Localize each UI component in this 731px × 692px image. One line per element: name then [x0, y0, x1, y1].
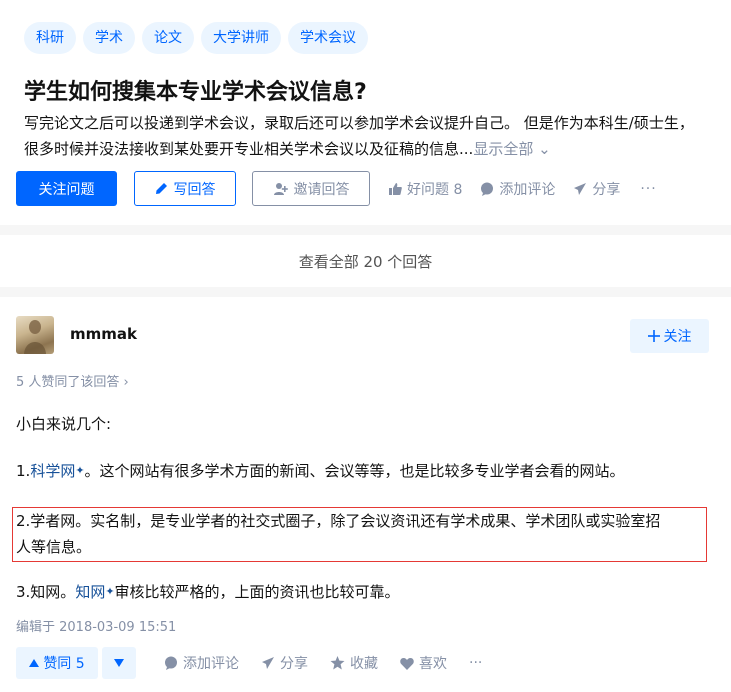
- star-icon: [330, 656, 345, 670]
- heart-icon: [400, 657, 414, 670]
- answer-share-button[interactable]: 分享: [261, 653, 308, 673]
- invite-answer-button[interactable]: 邀请回答: [252, 171, 370, 206]
- good-question-label: 好问题 8: [407, 181, 463, 198]
- plus-icon: [647, 330, 660, 342]
- follow-author-button[interactable]: 关注: [630, 319, 709, 353]
- question-detail-line: 很多时候并没法接收到某处要开专业相关学术会议以及征稿的信息...显示全部 ⌄: [24, 140, 551, 158]
- topic-tag[interactable]: 大学讲师: [201, 22, 281, 54]
- topic-tag[interactable]: 学术会议: [288, 22, 368, 54]
- vote-up-button[interactable]: 赞同 5: [16, 647, 98, 679]
- share-icon: [573, 182, 587, 196]
- triangle-up-icon: [29, 659, 40, 667]
- question-actions: 关注问题 写回答 邀请回答 好问题 8 添加评论 分享 ···: [16, 171, 657, 206]
- share-button[interactable]: 分享: [573, 179, 620, 199]
- link-plus-icon: ✦: [105, 585, 115, 598]
- answer-share-label: 分享: [280, 656, 308, 672]
- comment-icon: [164, 656, 178, 670]
- zhiwang-link[interactable]: 知网: [75, 583, 105, 601]
- add-comment-button[interactable]: 添加评论: [480, 179, 555, 199]
- invite-user-icon: [273, 182, 288, 196]
- edited-time[interactable]: 编辑于 2018-03-09 15:51: [16, 616, 176, 635]
- answer-collect-label: 收藏: [350, 656, 378, 672]
- share-icon: [261, 656, 275, 670]
- answer-like-button[interactable]: 喜欢: [400, 653, 447, 673]
- answer-intro: 小白来说几个:: [16, 415, 112, 433]
- invite-answer-label: 邀请回答: [293, 181, 350, 198]
- answer-item-3: 3.知网。知网✦审核比较严格的，上面的资讯也比较可靠。: [16, 583, 400, 601]
- answer-comment-button[interactable]: 添加评论: [164, 653, 239, 673]
- show-all-link[interactable]: 显示全部 ⌄: [473, 140, 550, 158]
- follow-question-button[interactable]: 关注问题: [16, 171, 117, 206]
- link-plus-icon: ✦: [75, 464, 85, 477]
- author-name[interactable]: mmmak: [70, 325, 137, 343]
- vote-down-button[interactable]: [102, 647, 136, 679]
- question-detail: 写完论文之后可以投递到学术会议，录取后还可以参加学术会议提升自己。 但是作为本科…: [24, 110, 731, 162]
- share-label: 分享: [592, 181, 621, 198]
- write-answer-button[interactable]: 写回答: [134, 171, 236, 206]
- vote-summary-link[interactable]: 5 人赞同了该回答 ›: [16, 371, 129, 390]
- question-title[interactable]: 学生如何搜集本专业学术会议信息?: [24, 74, 367, 106]
- answer-more-button[interactable]: ···: [469, 655, 482, 671]
- topic-tag[interactable]: 科研: [24, 22, 76, 54]
- answer-collect-button[interactable]: 收藏: [330, 653, 378, 673]
- question-card: 科研 学术 论文 大学讲师 学术会议 学生如何搜集本专业学术会议信息? 写完论文…: [0, 0, 731, 225]
- vote-up-label: 赞同 5: [43, 656, 85, 672]
- topic-tag[interactable]: 论文: [142, 22, 194, 54]
- thumb-up-icon: [388, 182, 402, 196]
- answer-card: mmmak 关注 5 人赞同了该回答 › 小白来说几个: 1.科学网✦。这个网站…: [0, 297, 731, 692]
- topic-tag[interactable]: 学术: [83, 22, 135, 54]
- answer-item-1: 1.科学网✦。这个网站有很多学术方面的新闻、会议等等，也是比较多专业学者会看的网…: [16, 462, 625, 480]
- more-options-button[interactable]: ···: [640, 181, 656, 197]
- triangle-down-icon: [114, 659, 124, 667]
- view-all-answers-link[interactable]: 查看全部 20 个回答: [0, 235, 731, 287]
- comment-icon: [480, 182, 494, 196]
- answer-item-2: 2.学者网。实名制，是专业学者的社交式圈子，除了会议资讯还有学术成果、学术团队或…: [16, 512, 661, 556]
- follow-author-label: 关注: [663, 329, 692, 345]
- write-answer-label: 写回答: [173, 181, 216, 198]
- pen-icon: [155, 182, 168, 195]
- kexuewang-link[interactable]: 科学网: [30, 462, 75, 480]
- good-question-button[interactable]: 好问题 8: [388, 179, 462, 199]
- answer-actions: 赞同 5 添加评论 分享 收藏 喜欢 ···: [16, 647, 482, 679]
- topic-list: 科研 学术 论文 大学讲师 学术会议: [24, 22, 368, 54]
- add-comment-label: 添加评论: [499, 181, 556, 198]
- answer-comment-label: 添加评论: [183, 656, 239, 672]
- question-detail-line: 写完论文之后可以投递到学术会议，录取后还可以参加学术会议提升自己。 但是作为本科…: [24, 114, 694, 132]
- author-avatar[interactable]: [16, 316, 54, 354]
- answer-like-label: 喜欢: [419, 656, 447, 672]
